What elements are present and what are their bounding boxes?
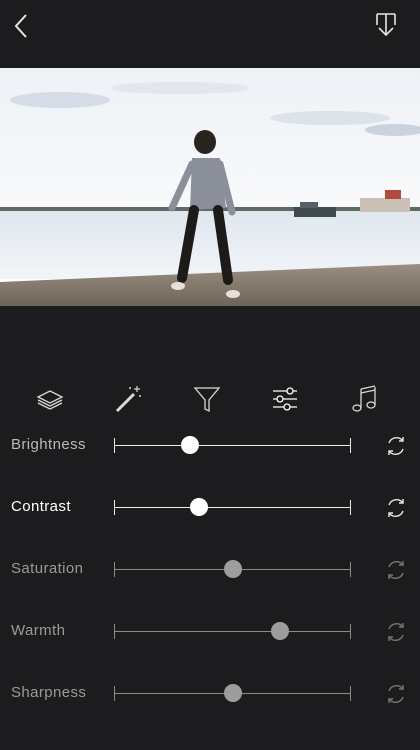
sharpness-reset-button[interactable] bbox=[384, 682, 408, 706]
music-tool[interactable] bbox=[349, 384, 379, 414]
filter-tool[interactable] bbox=[192, 384, 222, 414]
slider-cap-right bbox=[350, 562, 351, 577]
saturation-label: Saturation bbox=[11, 560, 84, 577]
download-icon bbox=[376, 13, 396, 37]
slider-track bbox=[114, 631, 351, 632]
brightness-reset-button[interactable] bbox=[384, 434, 408, 458]
slider-cap-right bbox=[350, 686, 351, 701]
reset-icon bbox=[388, 561, 404, 579]
slider-thumb[interactable] bbox=[180, 436, 199, 454]
slider-cap-left bbox=[114, 500, 115, 515]
video-frame bbox=[0, 68, 420, 306]
reset-icon bbox=[388, 623, 404, 641]
layers-icon bbox=[36, 390, 64, 410]
slider-thumb[interactable] bbox=[270, 622, 289, 640]
saturation-reset-button[interactable] bbox=[384, 558, 408, 582]
warmth-row: Warmth bbox=[0, 612, 420, 652]
reset-icon bbox=[388, 499, 404, 517]
slider-cap-left bbox=[114, 624, 115, 639]
slider-thumb[interactable] bbox=[223, 560, 242, 578]
slider-cap-left bbox=[114, 562, 115, 577]
saturation-row: Saturation bbox=[0, 550, 420, 590]
contrast-label: Contrast bbox=[11, 498, 71, 515]
top-bar bbox=[0, 0, 420, 68]
slider-track bbox=[114, 507, 351, 508]
saturation-slider[interactable] bbox=[114, 558, 351, 582]
slider-cap-right bbox=[350, 438, 351, 453]
contrast-row: Contrast bbox=[0, 488, 420, 528]
back-chevron-icon bbox=[14, 14, 27, 38]
export-button[interactable] bbox=[374, 11, 398, 39]
edit-toolbar bbox=[0, 378, 420, 418]
music-note-icon bbox=[352, 385, 376, 412]
slider-cap-right bbox=[350, 624, 351, 639]
brightness-slider[interactable] bbox=[114, 434, 351, 458]
slider-track bbox=[114, 445, 351, 446]
reset-icon bbox=[388, 437, 404, 455]
slider-cap-right bbox=[350, 500, 351, 515]
contrast-reset-button[interactable] bbox=[384, 496, 408, 520]
slider-thumb[interactable] bbox=[190, 498, 209, 516]
warmth-reset-button[interactable] bbox=[384, 620, 408, 644]
slider-thumb[interactable] bbox=[223, 684, 242, 702]
layers-tool[interactable] bbox=[35, 384, 65, 414]
back-button[interactable] bbox=[10, 12, 36, 40]
sharpness-slider[interactable] bbox=[114, 682, 351, 706]
brightness-row: Brightness bbox=[0, 426, 420, 466]
slider-cap-left bbox=[114, 438, 115, 453]
adjust-tool[interactable] bbox=[270, 384, 300, 414]
adjust-sliders-icon bbox=[273, 387, 297, 411]
magic-wand-icon bbox=[115, 386, 141, 413]
contrast-slider[interactable] bbox=[114, 496, 351, 520]
filter-icon bbox=[193, 387, 221, 413]
sharpness-row: Sharpness bbox=[0, 674, 420, 714]
magic-tool[interactable] bbox=[113, 384, 143, 414]
warmth-label: Warmth bbox=[11, 622, 66, 639]
video-preview[interactable] bbox=[0, 68, 420, 306]
slider-cap-left bbox=[114, 686, 115, 701]
sharpness-label: Sharpness bbox=[11, 684, 87, 701]
reset-icon bbox=[388, 685, 404, 703]
brightness-label: Brightness bbox=[11, 436, 86, 453]
warmth-slider[interactable] bbox=[114, 620, 351, 644]
